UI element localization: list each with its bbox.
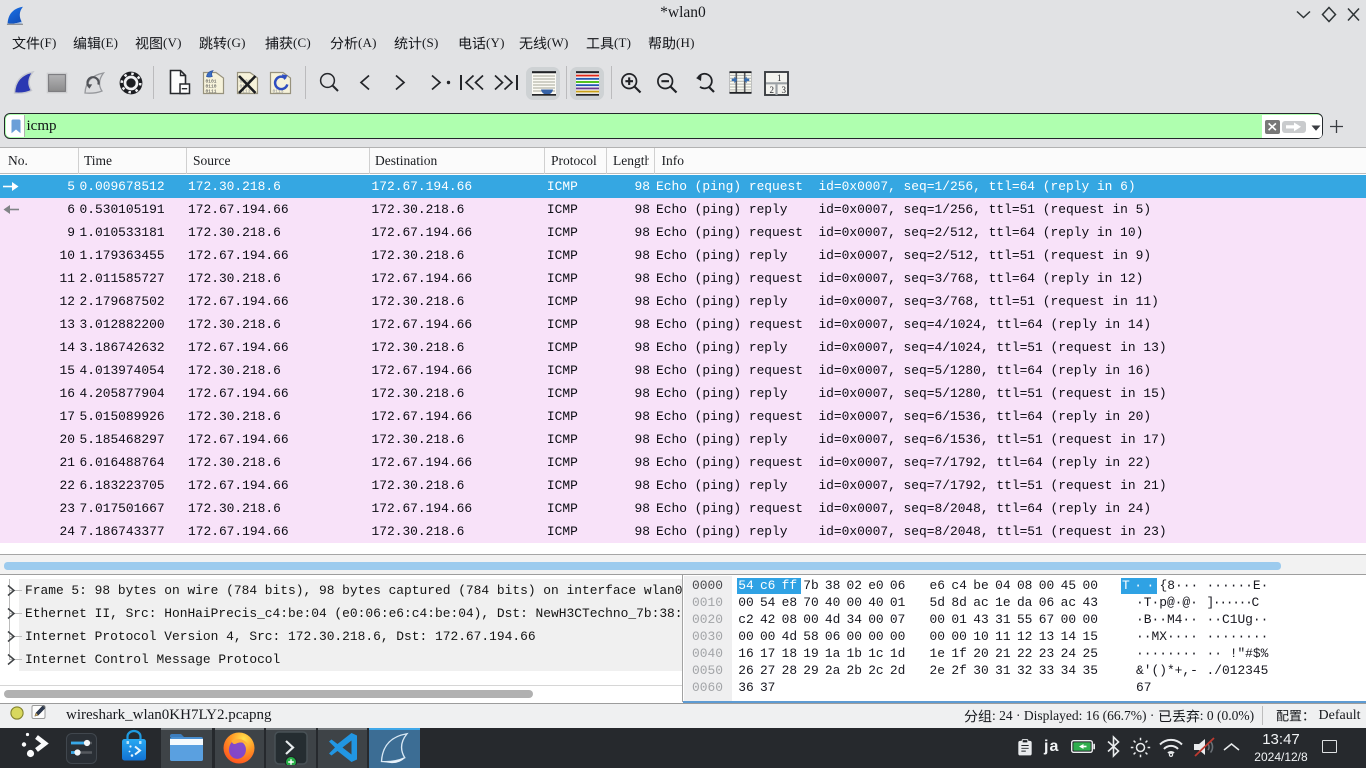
svg-text:0111: 0111	[206, 89, 217, 95]
svg-text:2: 2	[770, 85, 775, 95]
svg-text:1: 1	[777, 73, 782, 83]
svg-text:3: 3	[782, 85, 787, 95]
